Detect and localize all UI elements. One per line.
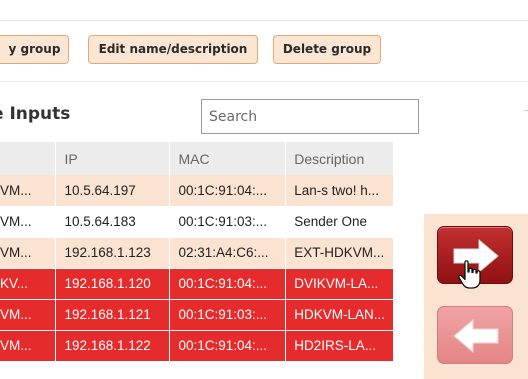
hand-pointer-icon bbox=[458, 260, 481, 289]
cell-ip: 192.168.1.120 bbox=[55, 268, 171, 300]
cell-description: EXT-HDKVM... bbox=[285, 237, 394, 269]
cell-ip: 10.5.64.183 bbox=[55, 206, 171, 238]
cell-ip: 192.168.1.123 bbox=[55, 237, 171, 269]
column-header-name[interactable] bbox=[0, 142, 57, 175]
cell-name: VM... bbox=[0, 206, 57, 238]
toolbar-divider bbox=[0, 81, 528, 82]
inputs-table: IP MAC Description VM... 10.5.64.197 00:… bbox=[0, 142, 394, 362]
inputs-section-title: e Inputs bbox=[0, 104, 71, 124]
cell-name: VM... bbox=[0, 237, 57, 269]
search-input[interactable] bbox=[201, 99, 419, 134]
column-header-mac[interactable]: MAC bbox=[169, 142, 287, 175]
cell-mac: 00:1C:91:03:... bbox=[169, 206, 287, 238]
column-header-ip[interactable]: IP bbox=[55, 142, 171, 175]
cell-ip: 192.168.1.121 bbox=[55, 299, 171, 331]
cell-name: VM... bbox=[0, 330, 57, 362]
cell-name: VM... bbox=[0, 175, 57, 207]
table-row-selected[interactable]: KV... 192.168.1.120 00:1C:91:04:... DVIK… bbox=[0, 268, 394, 300]
column-header-description[interactable]: Description bbox=[285, 142, 394, 175]
table-row-selected[interactable]: VM... 192.168.1.121 00:1C:91:03:... HDKV… bbox=[0, 299, 394, 331]
cell-ip: 10.5.64.197 bbox=[55, 175, 171, 207]
delete-group-button[interactable]: Delete group bbox=[273, 35, 381, 64]
cell-mac: 00:1C:91:03:... bbox=[169, 299, 287, 331]
table-row[interactable]: VM... 10.5.64.183 00:1C:91:03:... Sender… bbox=[0, 206, 394, 238]
cell-name: KV... bbox=[0, 268, 57, 300]
table-row[interactable]: VM... 192.168.1.123 02:31:A4:C6:... EXT-… bbox=[0, 237, 394, 269]
cell-description: Lan-s two! h... bbox=[285, 175, 394, 207]
cell-description: HDKVM-LAN... bbox=[285, 299, 394, 331]
cell-description: Sender One bbox=[285, 206, 394, 238]
cell-name: VM... bbox=[0, 299, 57, 331]
cell-ip: 192.168.1.122 bbox=[55, 330, 171, 362]
table-header-row: IP MAC Description bbox=[0, 142, 394, 175]
edit-name-description-button[interactable]: Edit name/description bbox=[88, 35, 258, 64]
panel-divider bbox=[524, 110, 528, 111]
cell-mac: 00:1C:91:04:... bbox=[169, 330, 287, 362]
cell-mac: 00:1C:91:04:... bbox=[169, 268, 287, 300]
top-divider bbox=[0, 20, 528, 21]
cell-description: HD2IRS-LA... bbox=[285, 330, 394, 362]
move-left-button[interactable] bbox=[437, 306, 513, 364]
group-button[interactable]: y group bbox=[0, 35, 69, 64]
table-row-selected[interactable]: VM... 192.168.1.122 00:1C:91:04:... HD2I… bbox=[0, 330, 394, 362]
table-row[interactable]: VM... 10.5.64.197 00:1C:91:04:... Lan-s … bbox=[0, 175, 394, 207]
arrow-left-icon bbox=[453, 318, 499, 354]
cell-mac: 02:31:A4:C6:... bbox=[169, 237, 287, 269]
cell-mac: 00:1C:91:04:... bbox=[169, 175, 287, 207]
cell-description: DVIKVM-LA... bbox=[285, 268, 394, 300]
